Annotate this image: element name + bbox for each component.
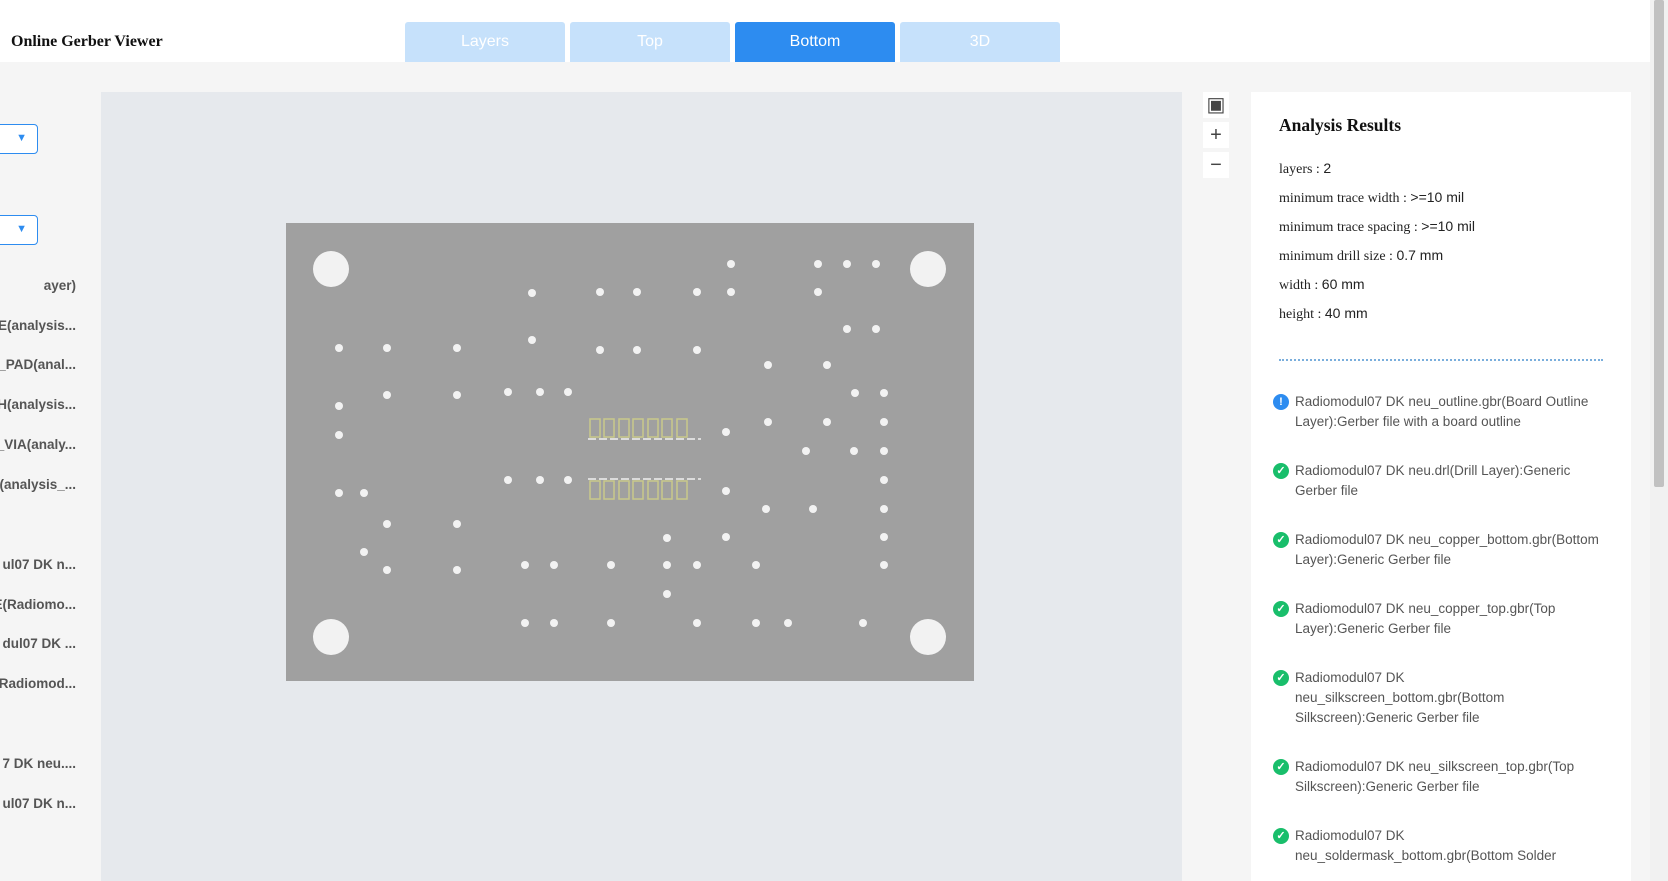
layer-list-item[interactable]: H(analysis... [0,397,76,412]
file-result-item: ✓ Radiomodul07 DK neu_silkscreen_top.gbr… [1273,757,1613,797]
layer-select-2[interactable]: ▼ [0,215,38,245]
results-divider [1279,359,1603,361]
gerber-canvas[interactable] [101,92,1182,881]
layer-list-item[interactable]: E(analysis... [0,318,76,333]
drill-holes [335,260,888,627]
layer-select-1[interactable]: ▼ [0,124,38,154]
layer-list-item[interactable]: 7 DK neu.... [2,756,76,771]
check-circle-icon: ✓ [1273,759,1289,775]
file-result-item: ✓ Radiomodul07 DK neu_copper_top.gbr(Top… [1273,599,1613,639]
pcb-board-render [313,251,946,655]
tab-3d[interactable]: 3D [900,22,1060,62]
page-scrollbar[interactable] [1650,0,1668,881]
tab-bottom[interactable]: Bottom [735,22,895,62]
property-min-trace-width: minimum trace width : >=10 mil [1279,189,1465,206]
layer-list-item[interactable]: E(Radiomo... [0,597,76,612]
analysis-results-panel: Analysis Results layers : 2 minimum trac… [1251,92,1631,881]
file-result-item: ✓ Radiomodul07 DK neu.drl(Drill Layer):G… [1273,461,1613,501]
plus-icon[interactable]: + [1203,122,1229,148]
check-circle-icon: ✓ [1273,828,1289,844]
property-min-drill-size: minimum drill size : 0.7 mm [1279,247,1444,264]
tab-layers[interactable]: Layers [405,22,565,62]
layer-list-item[interactable]: ayer) [44,278,76,293]
view-tabs: Layers Top Bottom 3D [405,22,1060,62]
analysis-title: Analysis Results [1279,115,1402,135]
chevron-down-icon: ▼ [16,132,27,144]
minus-icon[interactable]: − [1203,152,1229,178]
file-results-list: ! Radiomodul07 DK neu_outline.gbr(Board … [1273,392,1613,881]
scrollbar-thumb[interactable] [1654,0,1664,487]
check-circle-icon: ✓ [1273,532,1289,548]
layer-list-item[interactable]: ul07 DK n... [2,796,76,811]
file-result-item: ✓ Radiomodul07 DK neu_copper_bottom.gbr(… [1273,530,1613,570]
property-min-trace-spacing: minimum trace spacing : >=10 mil [1279,218,1475,235]
file-result-item: ✓ Radiomodul07 DK neu_silkscreen_bottom.… [1273,668,1613,728]
layer-list-item[interactable]: _PAD(anal... [0,357,76,372]
top-header: Online Gerber Viewer Layers Top Bottom 3… [0,0,1650,62]
chevron-down-icon: ▼ [16,223,27,235]
silkscreen-segment-display [588,418,701,500]
file-result-item: ! Radiomodul07 DK neu_outline.gbr(Board … [1273,392,1613,432]
pcb-board [286,223,974,681]
property-width: width : 60 mm [1279,276,1365,293]
layer-list-item[interactable]: dul07 DK ... [2,636,76,651]
app-title: Online Gerber Viewer [11,33,163,50]
focus-fit-icon[interactable]: ▣ [1203,92,1229,118]
property-height: height : 40 mm [1279,305,1368,322]
layer-list-item[interactable]: ul07 DK n... [2,557,76,572]
check-circle-icon: ✓ [1273,463,1289,479]
zoom-toolbar: ▣ + − [1203,92,1229,182]
analysis-properties: layers : 2 minimum trace width : >=10 mi… [1279,160,1475,334]
check-circle-icon: ✓ [1273,670,1289,686]
tab-top[interactable]: Top [570,22,730,62]
layer-list-panel: ▼ ▼ ayer) E(analysis... _PAD(anal... H(a… [0,62,100,881]
layer-list-item[interactable]: (analysis_... [0,477,76,492]
file-result-item: ✓ Radiomodul07 DK neu_soldermask_bottom.… [1273,826,1613,866]
layer-list-item[interactable]: Radiomod... [0,676,76,691]
layer-list-item[interactable]: _VIA(analy... [0,437,76,452]
info-circle-icon: ! [1273,394,1289,410]
check-circle-icon: ✓ [1273,601,1289,617]
property-layers: layers : 2 [1279,160,1332,177]
